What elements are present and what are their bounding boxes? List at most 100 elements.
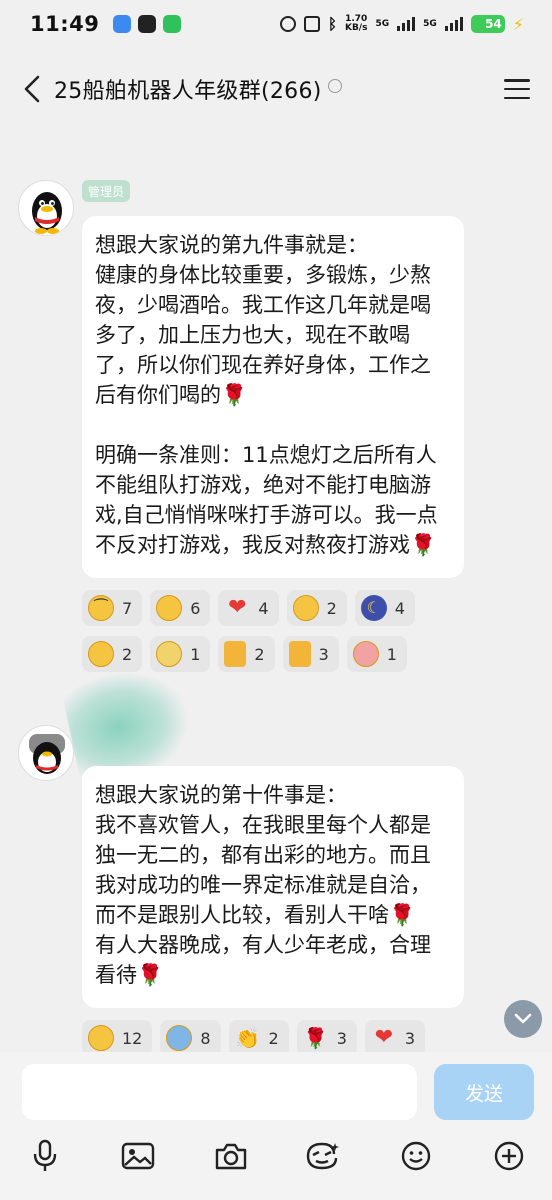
voice-button[interactable] bbox=[25, 1136, 65, 1176]
tiktok-icon bbox=[138, 15, 157, 33]
chevron-left-icon bbox=[24, 75, 40, 103]
reaction-count: 4 bbox=[394, 598, 405, 618]
charging-icon: ⚡ bbox=[512, 14, 524, 34]
message-bubble[interactable]: 想跟大家说的第十件事是： 我不喜欢管人，在我眼里每个人都是独一无二的，都有出彩的… bbox=[82, 766, 464, 1008]
sim2-label: 5G bbox=[423, 19, 437, 29]
menu-button[interactable] bbox=[502, 74, 532, 104]
voice-icon bbox=[33, 1139, 57, 1171]
message-bubble[interactable]: 想跟大家说的第九件事就是： 健康的身体比较重要，多锻炼，少熬夜，少喝酒哈。我工作… bbox=[82, 216, 464, 578]
penguin-avatar-icon bbox=[32, 192, 62, 234]
reaction-count: 7 bbox=[122, 598, 133, 618]
status-time: 11:49 bbox=[30, 12, 100, 36]
heart-icon: ❤ bbox=[228, 595, 247, 620]
reaction-count: 1 bbox=[190, 644, 201, 664]
reaction-count: 8 bbox=[200, 1028, 211, 1048]
reaction-count: 1 bbox=[386, 644, 397, 664]
image-button[interactable] bbox=[118, 1136, 158, 1176]
send-button[interactable]: 发送 bbox=[434, 1064, 534, 1120]
reaction-chip[interactable]: ☾ 4 bbox=[354, 590, 415, 626]
smirk-face-icon: ͡ bbox=[88, 595, 114, 621]
page-title: 25船舶机器人年级群(266) bbox=[54, 79, 322, 104]
net-speed-unit: KB/s bbox=[344, 23, 368, 33]
sticker-icon bbox=[306, 1142, 339, 1170]
reaction-chip[interactable]: ͡7 bbox=[82, 590, 143, 626]
reaction-count: 4 bbox=[258, 598, 269, 618]
reaction-count: 3 bbox=[318, 644, 329, 664]
message-input[interactable] bbox=[22, 1064, 417, 1120]
composer-toolbar bbox=[0, 1136, 552, 1176]
mute-icon bbox=[303, 16, 320, 32]
reaction-count: 2 bbox=[268, 1028, 279, 1048]
chevron-down-icon bbox=[514, 1013, 532, 1024]
rose-icon: 🌹 bbox=[303, 1026, 329, 1050]
reaction-count: 2 bbox=[254, 644, 265, 664]
signal-icon bbox=[397, 17, 416, 31]
sticker-button[interactable] bbox=[302, 1136, 342, 1176]
plus-icon bbox=[494, 1141, 524, 1171]
beer-icon bbox=[224, 641, 247, 667]
net-speed: 1.70 KB/s bbox=[345, 15, 367, 33]
cheers-icon bbox=[288, 641, 311, 667]
avatar[interactable] bbox=[18, 725, 74, 781]
camera-button[interactable] bbox=[211, 1136, 251, 1176]
admin-role-tag: 管理员 bbox=[82, 180, 131, 202]
avatar[interactable] bbox=[18, 180, 74, 236]
image-icon bbox=[121, 1142, 155, 1170]
battery-icon: 54 bbox=[470, 15, 505, 33]
scared-face-icon bbox=[352, 641, 379, 667]
reaction-chip[interactable]: 8 bbox=[160, 1020, 221, 1056]
message-text: 想跟大家说的第十件事是： 我不喜欢管人，在我眼里每个人都是独一无二的，都有出彩的… bbox=[95, 783, 431, 987]
sly-face-icon bbox=[88, 641, 114, 667]
status-right: ᛒ 1.70 KB/s 5G 5G 54 ⚡ bbox=[279, 14, 524, 34]
sly-face-icon bbox=[88, 1025, 114, 1051]
heart-icon: ❤ bbox=[374, 1025, 394, 1050]
bluetooth-icon: ᛒ bbox=[327, 15, 337, 33]
alarm-icon bbox=[279, 16, 296, 32]
more-button[interactable] bbox=[489, 1136, 529, 1176]
moon-icon: ☾ bbox=[360, 595, 387, 621]
reaction-chip[interactable]: ❤ 3 bbox=[364, 1020, 426, 1056]
reaction-bar: 12 8 👏 2 🌹 3 ❤ 3 bbox=[82, 1020, 452, 1056]
title-bar: 25船舶机器人年级群(266) bbox=[0, 60, 552, 118]
reaction-chip[interactable]: 🌹 3 bbox=[296, 1020, 357, 1056]
battery-level: 54 bbox=[485, 17, 502, 31]
reaction-chip[interactable]: ❤ 4 bbox=[218, 590, 279, 626]
reaction-chip[interactable]: 2 bbox=[286, 590, 347, 626]
sim1-label: 5G bbox=[375, 19, 390, 29]
reaction-bar: ͡7 6 ❤4 2 ☾4 2 1 2 3 1 bbox=[82, 590, 432, 672]
emoji-button[interactable] bbox=[396, 1136, 436, 1176]
group-badge-icon bbox=[327, 79, 342, 93]
composer: 发送 bbox=[0, 1052, 552, 1200]
scroll-down-button[interactable] bbox=[504, 1000, 542, 1038]
message-text: 想跟大家说的第九件事就是： 健康的身体比较重要，多锻炼，少熬夜，少喝酒哈。我工作… bbox=[95, 233, 438, 557]
reaction-count: 3 bbox=[336, 1028, 347, 1048]
status-app-icons bbox=[113, 15, 182, 33]
reaction-count: 2 bbox=[122, 644, 133, 664]
crying-face-icon bbox=[166, 1025, 193, 1051]
reaction-count: 6 bbox=[190, 598, 201, 618]
signal-icon-2 bbox=[444, 17, 463, 31]
reaction-count: 12 bbox=[122, 1028, 143, 1048]
reaction-chip[interactable]: 3 bbox=[282, 636, 339, 672]
camera-icon bbox=[215, 1143, 247, 1170]
penguin-avatar-icon bbox=[29, 734, 65, 774]
menu-line bbox=[504, 79, 530, 82]
reaction-chip[interactable]: 1 bbox=[346, 636, 407, 672]
menu-line bbox=[504, 96, 530, 99]
reaction-chip[interactable]: 6 bbox=[150, 590, 211, 626]
reaction-count: 2 bbox=[326, 598, 337, 618]
rose-hug-face-icon bbox=[156, 595, 183, 621]
status-bar: 11:49 ᛒ 1.70 KB/s 5G 5G 54 ⚡ bbox=[0, 0, 552, 48]
menu-line bbox=[504, 87, 530, 91]
back-button[interactable] bbox=[10, 67, 54, 111]
blush-face-icon bbox=[292, 595, 319, 621]
wechat-icon bbox=[163, 15, 182, 33]
reaction-chip[interactable]: 2 bbox=[218, 636, 275, 672]
reaction-count: 3 bbox=[404, 1028, 416, 1048]
emoji-icon bbox=[401, 1141, 431, 1171]
reaction-chip[interactable]: 2 bbox=[82, 636, 143, 672]
app-notification-icon bbox=[113, 15, 132, 33]
clap-icon: 👏 bbox=[235, 1026, 260, 1050]
reaction-chip[interactable]: 12 bbox=[82, 1020, 153, 1056]
reaction-chip[interactable]: 👏 2 bbox=[228, 1020, 289, 1056]
